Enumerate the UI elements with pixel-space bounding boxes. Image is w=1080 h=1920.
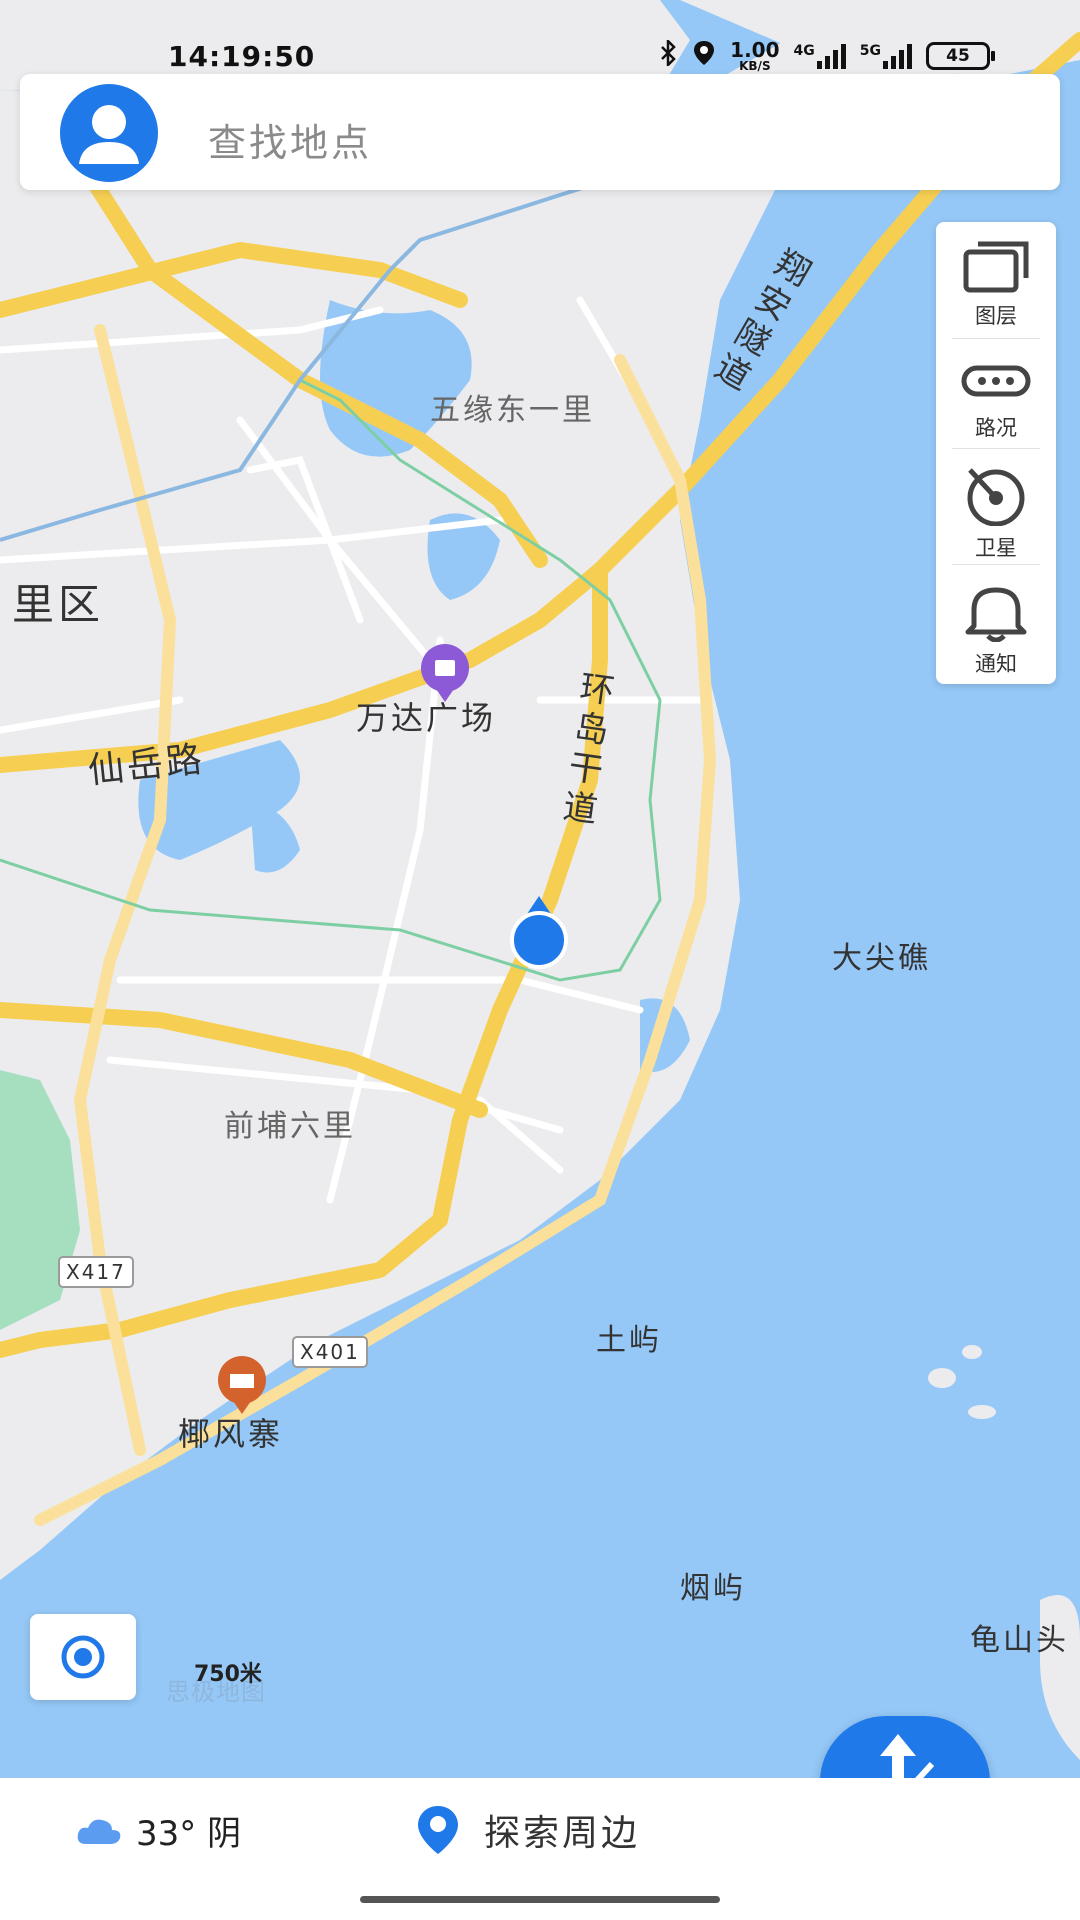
bell-icon — [965, 587, 1027, 642]
satellite-icon — [967, 468, 1025, 526]
signal-type-2: 5G — [859, 43, 881, 59]
map-tools-panel: 图层 路况 卫星 通知 — [936, 222, 1056, 684]
user-avatar-icon[interactable] — [60, 84, 158, 182]
home-indicator[interactable] — [360, 1896, 720, 1903]
status-bar: 14:19:50 1.00 KB/S 4G 5G 45 — [0, 36, 1080, 76]
signal-type-1: 4G — [793, 43, 815, 59]
guishan-label: 龟山头 — [970, 1623, 1069, 1658]
search-bar[interactable]: 查找地点 — [20, 74, 1060, 190]
explore-label: 探索周边 — [484, 1813, 641, 1854]
notification-button[interactable]: 通知 — [936, 568, 1056, 678]
battery-icon: 45 — [926, 42, 995, 70]
yanyu-label: 烟屿 — [680, 1571, 746, 1606]
traffic-label: 路况 — [975, 416, 1017, 440]
layers-label: 图层 — [975, 304, 1017, 328]
search-input[interactable]: 查找地点 — [208, 112, 372, 167]
traffic-icon — [961, 365, 1031, 397]
satellite-label: 卫星 — [975, 536, 1017, 560]
cloud-icon — [77, 1819, 121, 1844]
scale-label: 750米 — [194, 1662, 262, 1687]
yefeng-label: 椰风寨 — [178, 1415, 284, 1453]
traffic-button[interactable]: 路况 — [936, 338, 1056, 448]
district-label: 里区 — [12, 580, 105, 629]
layers-button[interactable]: 图层 — [936, 224, 1056, 334]
satellite-button[interactable]: 卫星 — [936, 450, 1056, 560]
weather-widget[interactable]: 33° 阴 — [76, 1806, 241, 1855]
dajian-label: 大尖礁 — [832, 941, 931, 976]
weather-text: 33° 阴 — [136, 1814, 242, 1854]
locate-me-button[interactable] — [30, 1614, 136, 1700]
x417-road-shield: X417 — [58, 1256, 134, 1288]
net-speed-unit: KB/S — [739, 59, 771, 73]
notification-label: 通知 — [975, 652, 1017, 676]
signal-1-icon — [816, 43, 846, 69]
wuyuan-label: 五缘东一里 — [430, 393, 595, 428]
x401-road-shield: X401 — [292, 1336, 368, 1368]
layers-icon — [963, 241, 1029, 293]
net-speed: 1.00 — [730, 38, 780, 62]
wanda-label: 万达广场 — [356, 699, 497, 737]
tuyu-label: 土屿 — [596, 1323, 662, 1358]
location-pin-icon — [418, 1806, 458, 1854]
bluetooth-icon — [660, 37, 678, 72]
signal-2-icon — [883, 43, 912, 69]
location-status-icon — [692, 39, 716, 73]
explore-nearby-button[interactable]: 探索周边 — [416, 1804, 640, 1856]
qianpu-label: 前埔六里 — [224, 1109, 356, 1144]
locate-icon — [61, 1635, 105, 1679]
status-time: 14:19:50 — [168, 40, 316, 73]
